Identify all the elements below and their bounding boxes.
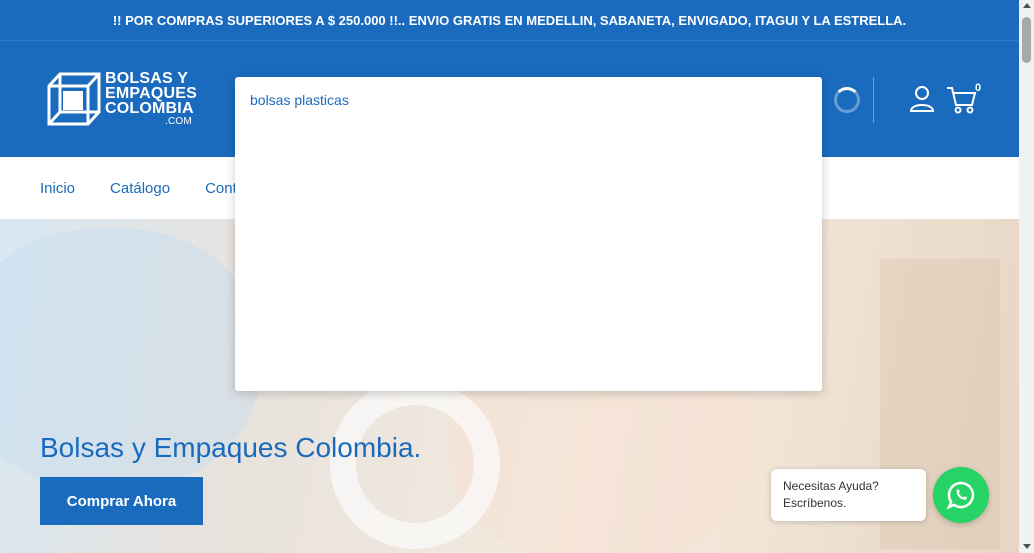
whatsapp-button[interactable] — [933, 467, 989, 523]
nav-item-catalogo[interactable]: Catálogo — [110, 180, 170, 197]
logo-line-4: .COM — [165, 116, 192, 127]
help-line-1: Necesitas Ayuda? — [783, 479, 879, 493]
box-logo-icon — [47, 72, 101, 126]
hero-title: Bolsas y Empaques Colombia. — [40, 432, 422, 463]
account-icon[interactable] — [909, 85, 935, 113]
scroll-thumb[interactable] — [1022, 17, 1031, 63]
cart-count-badge: 0 — [975, 82, 982, 94]
logo-line-1: BOLSAS Y — [105, 70, 189, 87]
whatsapp-icon — [946, 481, 975, 510]
site-logo[interactable]: BOLSAS Y EMPAQUES COLOMBIA .COM — [46, 70, 197, 129]
search-input[interactable] — [250, 90, 810, 110]
search-dropdown — [235, 77, 822, 391]
nav-item-inicio[interactable]: Inicio — [40, 180, 75, 197]
help-bubble[interactable]: Necesitas Ayuda? Escríbenos. — [771, 469, 926, 521]
help-line-2: Escríbenos. — [783, 496, 847, 510]
page-scrollbar[interactable] — [1019, 0, 1034, 553]
scroll-up-arrow-icon[interactable] — [1023, 3, 1031, 8]
shop-now-button[interactable]: Comprar Ahora — [40, 477, 203, 525]
loading-spinner-icon — [834, 87, 860, 113]
logo-line-2: EMPAQUES — [105, 85, 197, 102]
announcement-text: !! POR COMPRAS SUPERIORES A $ 250.000 !!… — [112, 12, 907, 28]
announcement-bar: !! POR COMPRAS SUPERIORES A $ 250.000 !!… — [0, 0, 1019, 41]
logo-wordmark: BOLSAS Y EMPAQUES COLOMBIA .COM — [105, 70, 197, 128]
search-button-edge — [868, 77, 874, 123]
scroll-down-arrow-icon[interactable] — [1023, 544, 1031, 549]
logo-line-3: COLOMBIA — [105, 100, 194, 117]
